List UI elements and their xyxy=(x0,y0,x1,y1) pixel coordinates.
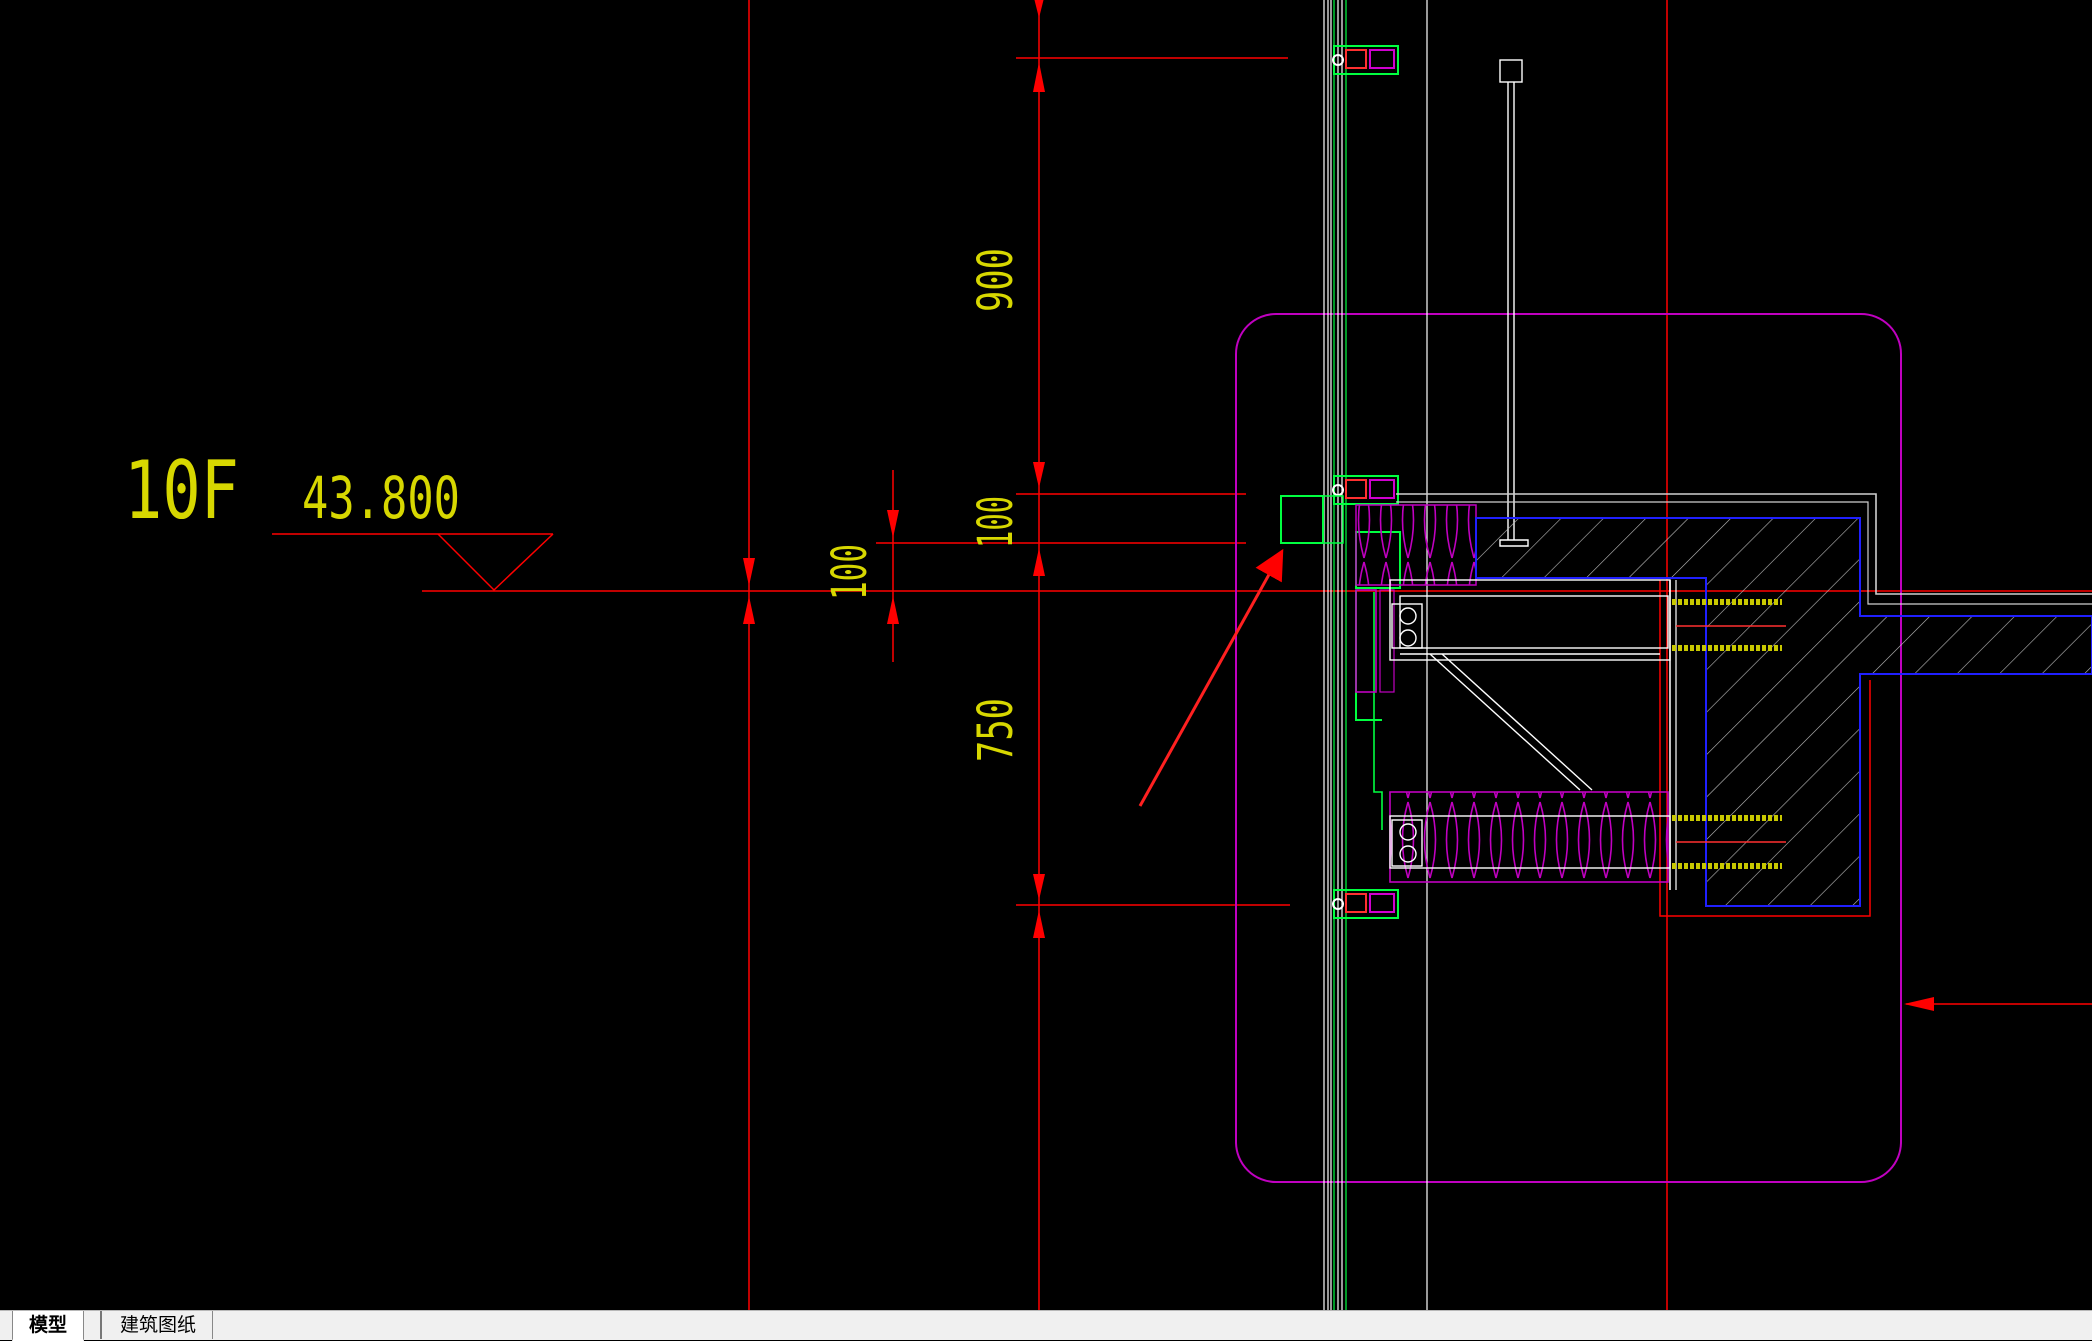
dimension-100-upper: 100 xyxy=(968,496,1024,548)
cad-model-viewport[interactable]: 10F 43.800 900 100 100 750 xyxy=(0,0,2092,1310)
steel-bracket xyxy=(1389,579,1671,791)
firestop-insulation xyxy=(1355,504,1477,586)
hanger-rod xyxy=(1499,59,1529,547)
reference-lines xyxy=(748,0,1668,1310)
level-symbol xyxy=(272,533,554,592)
level-label: 10F xyxy=(124,444,239,537)
mullion-clamp-bottom xyxy=(1332,889,1399,919)
dimension-100-left: 100 xyxy=(822,544,878,600)
tab-architectural-sheet[interactable]: 建筑图纸 xyxy=(104,1311,214,1339)
mullion-clamp-top xyxy=(1332,45,1399,75)
dimension-750: 750 xyxy=(968,698,1024,762)
tab-separator xyxy=(100,1311,102,1339)
leader-arrow xyxy=(1138,548,1284,807)
dimension-arrows xyxy=(743,0,1045,938)
tab-model[interactable]: 模型 xyxy=(12,1311,85,1341)
layout-tab-bar: 模型 建筑图纸 xyxy=(0,1310,2092,1341)
dimension-900: 900 xyxy=(968,248,1024,312)
transom-box xyxy=(1280,495,1324,544)
elevation-value: 43.800 xyxy=(302,464,460,532)
